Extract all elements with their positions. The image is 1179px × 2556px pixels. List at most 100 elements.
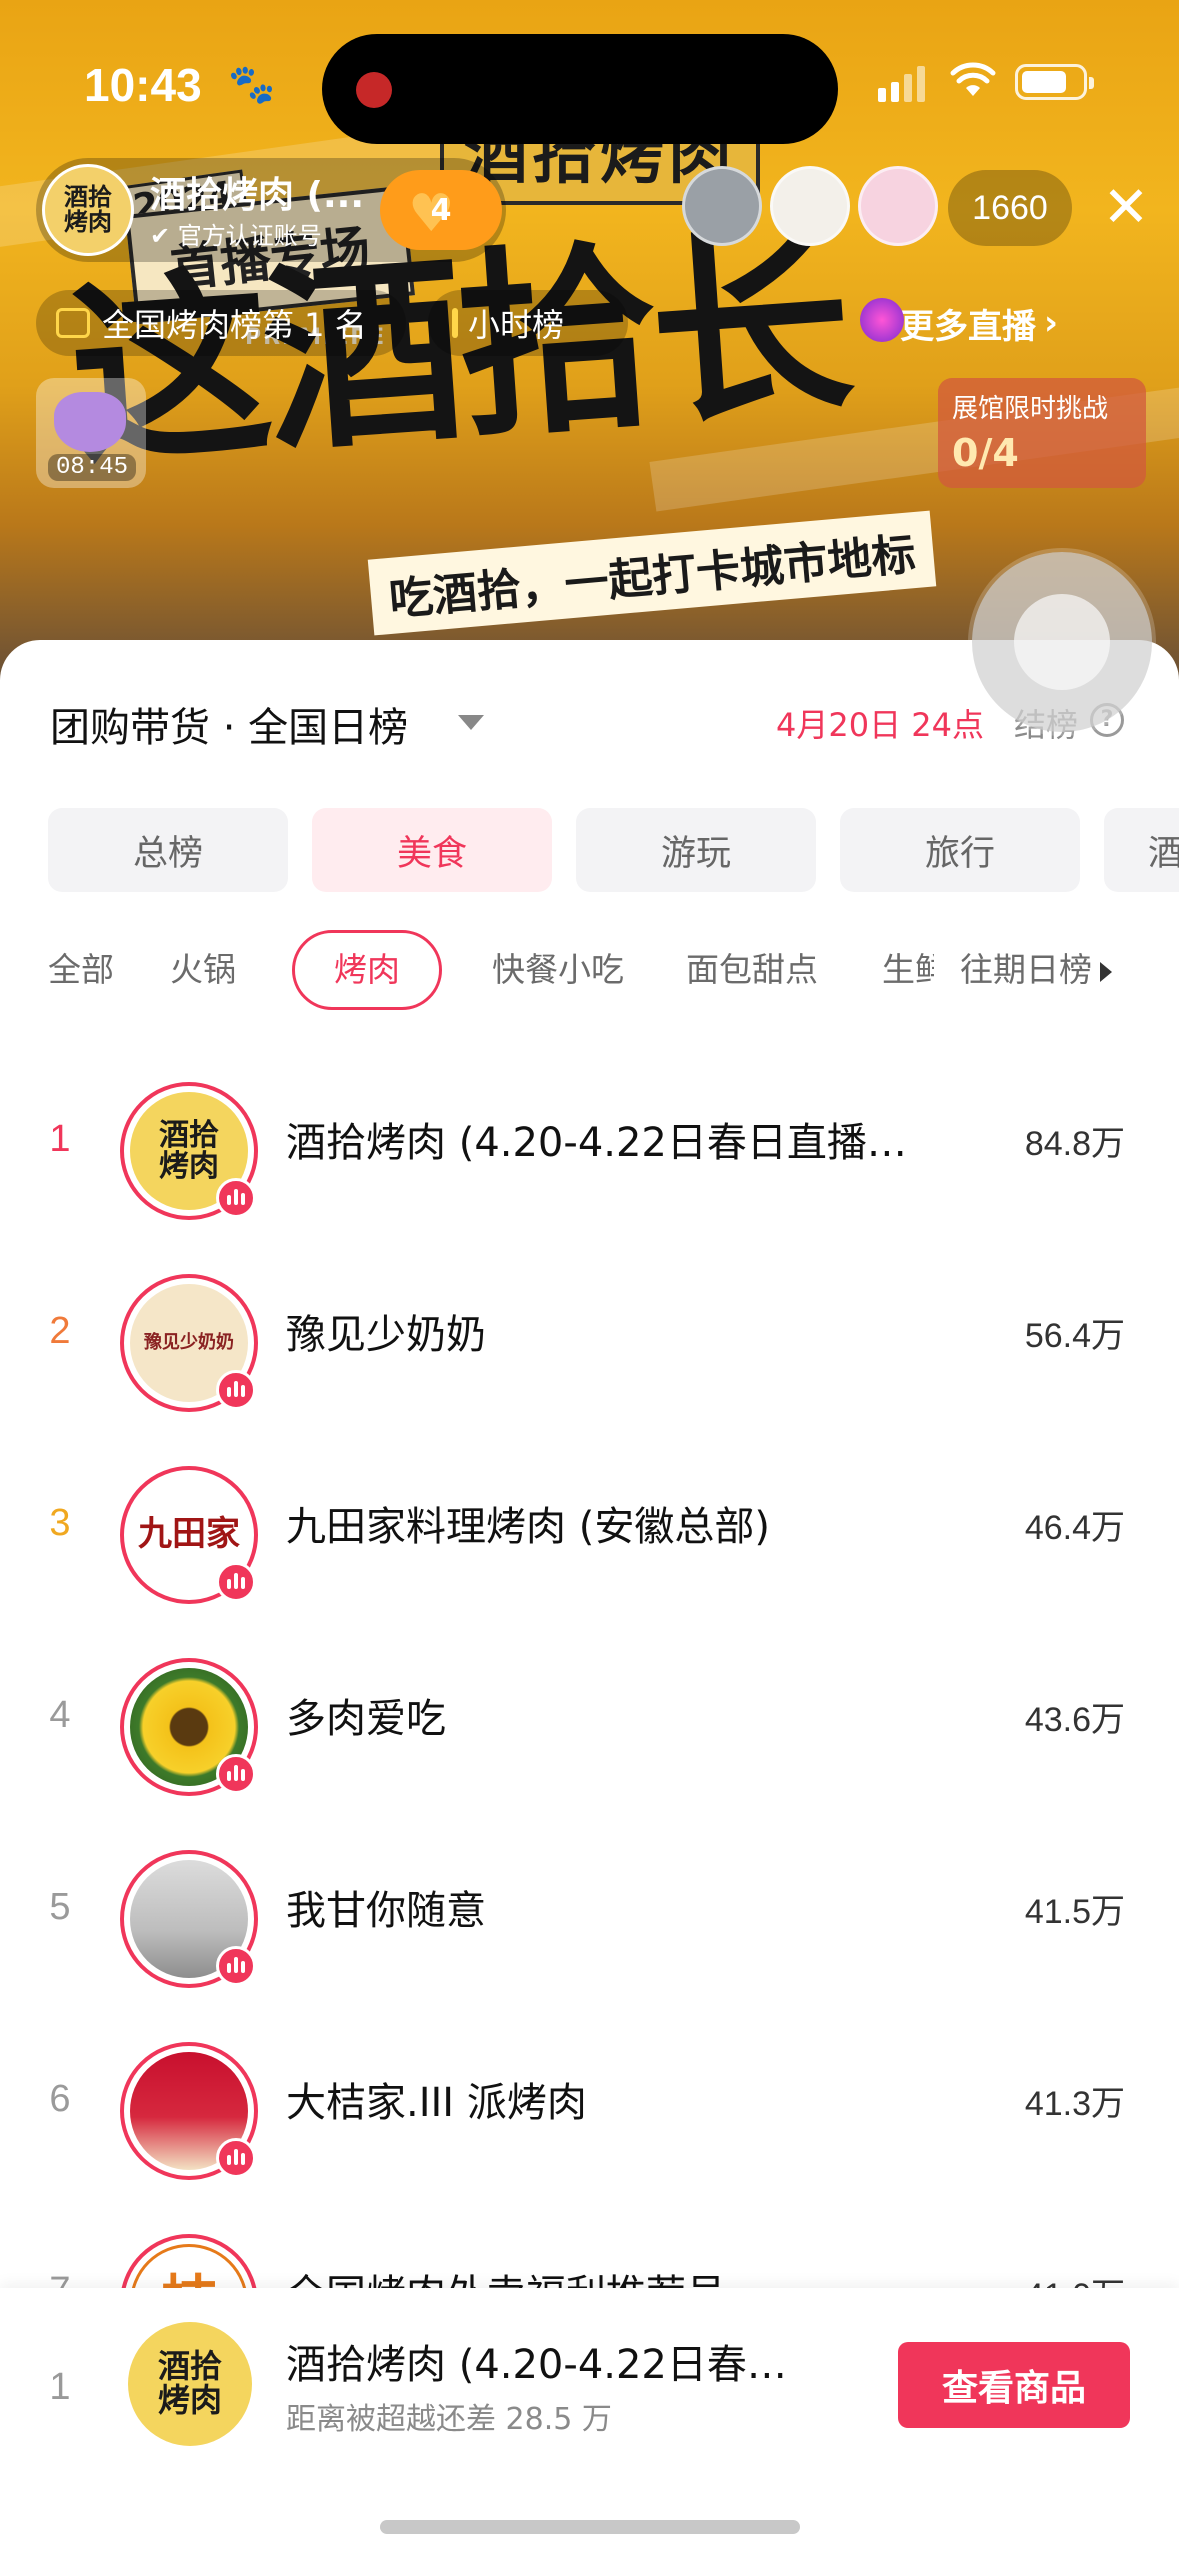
ranking-value: 41.3万	[1024, 2085, 1125, 2123]
host-name: 酒拾烤肉 (...	[150, 175, 365, 216]
category-tabs: 总榜 美食 游玩 旅行 酒店	[48, 808, 1179, 894]
recording-dot-icon	[356, 72, 392, 108]
live-icon	[216, 1754, 256, 1794]
my-rank-name: 酒拾烤肉 (4.20-4.22日春日直播专场)	[286, 2342, 826, 2388]
status-time: 10:43	[84, 59, 202, 111]
my-rank-number: 1	[49, 2366, 71, 2408]
ranking-value: 41.0万	[1025, 2268, 1125, 2288]
viewer-avatar[interactable]	[682, 166, 762, 246]
follow-button[interactable]: ♥ 4	[380, 170, 502, 250]
viewer-avatar[interactable]	[858, 166, 938, 246]
wifi-icon	[950, 62, 996, 96]
tab-hotel[interactable]: 酒店	[1104, 808, 1179, 892]
challenge-card[interactable]: 展馆限时挑战 0/4	[938, 378, 1146, 488]
rank-number: 2	[49, 1310, 71, 1352]
rank-number: 1	[49, 1118, 71, 1160]
ranking-name: 全国烤肉外卖福利推荐号	[286, 2262, 946, 2288]
chevron-right-icon: ›	[1044, 303, 1059, 343]
my-rank-avatar[interactable]: 酒拾 烤肉	[128, 2322, 252, 2446]
cart-icon	[56, 308, 90, 338]
challenge-progress: 0/4	[952, 431, 1019, 475]
subtab-hotpot[interactable]: 火锅	[170, 930, 236, 1010]
ranking-name: 多肉爱吃	[286, 1696, 446, 1742]
rank-number: 7	[40, 2270, 80, 2288]
my-rank-bar: 1 酒拾 烤肉 酒拾烤肉 (4.20-4.22日春日直播专场) 距离被超越还差 …	[0, 2288, 1179, 2556]
rank-number: 6	[49, 2078, 71, 2120]
subcategory-bar: 全部 火锅 烤肉 快餐小吃 面包甜点 生鲜 往期日榜	[0, 930, 1179, 1016]
my-rank-gap: 距离被超越还差 28.5 万	[286, 2402, 612, 2437]
ranking-row[interactable]: 6 大桔家.III 派烤肉 41.3万	[0, 2020, 1179, 2212]
status-bar: 10:43 🐾	[0, 0, 1179, 150]
host-avatar[interactable]: 酒拾 烤肉	[42, 164, 134, 256]
sheet-title[interactable]: 团购带货 · 全国日榜	[50, 695, 408, 753]
subtab-all[interactable]: 全部	[48, 930, 114, 1010]
ranking-name: 九田家料理烤肉 (安徽总部)	[286, 1504, 770, 1550]
tab-travel[interactable]: 旅行	[840, 808, 1080, 892]
caret-down-icon[interactable]	[458, 715, 484, 730]
ranking-row[interactable]: 2 豫见少奶奶 豫见少奶奶 56.4万	[0, 1252, 1179, 1444]
ranking-row[interactable]: 4 多肉爱吃 43.6万	[0, 1636, 1179, 1828]
view-products-button[interactable]: 查看商品	[898, 2342, 1130, 2428]
rank-pill[interactable]: 全国烤肉榜第 1 名	[36, 290, 406, 356]
more-live-icon	[860, 298, 904, 342]
rank-pill-label: 全国烤肉榜第 1 名	[102, 306, 367, 344]
viewer-avatar[interactable]	[770, 166, 850, 246]
hour-rank-label: 小时榜	[468, 306, 565, 344]
verified-label: 官方认证账号	[177, 222, 322, 250]
floating-button[interactable]	[972, 552, 1152, 732]
history-label: 往期日榜	[960, 950, 1092, 989]
gift-bag-icon	[54, 392, 126, 452]
ranking-value: 41.5万	[1024, 1893, 1125, 1931]
rank-number: 5	[49, 1886, 71, 1928]
signal-icon	[878, 64, 925, 102]
tab-food[interactable]: 美食	[312, 808, 552, 892]
live-icon	[216, 1562, 256, 1602]
play-arrow-icon	[1100, 961, 1112, 982]
ranking-row[interactable]: 3 九田家 九田家料理烤肉 (安徽总部) 46.4万	[0, 1444, 1179, 1636]
more-live-button[interactable]: 更多直播 ›	[860, 290, 1059, 356]
rank-number: 3	[49, 1502, 71, 1544]
subtab-snacks[interactable]: 快餐小吃	[492, 930, 624, 1010]
live-icon	[216, 2138, 256, 2178]
dynamic-island	[322, 34, 838, 144]
rank-number: 4	[49, 1694, 71, 1736]
ranking-list: 1 酒拾 烤肉 酒拾烤肉 (4.20-4.22日春日直播专场) 84.8万 2 …	[0, 1060, 1179, 1904]
hour-rank-icon	[452, 308, 458, 338]
follow-count: 4	[430, 192, 452, 228]
ranking-name: 酒拾烤肉 (4.20-4.22日春日直播专场)	[286, 1120, 946, 1166]
gift-bag-thumbnail[interactable]: 08:45	[36, 378, 146, 488]
ranking-value: 56.4万	[1024, 1317, 1125, 1355]
subtab-fresh[interactable]: 生鲜	[882, 930, 934, 1010]
ranking-name: 我甘你随意	[286, 1888, 486, 1934]
ranking-row[interactable]: 1 酒拾 烤肉 酒拾烤肉 (4.20-4.22日春日直播专场) 84.8万	[0, 1060, 1179, 1252]
ranking-name: 大桔家.III 派烤肉	[286, 2080, 587, 2126]
hour-rank-pill[interactable]: 小时榜	[428, 290, 628, 356]
paw-icon: 🐾	[228, 62, 276, 106]
home-indicator[interactable]	[380, 2520, 800, 2534]
verified-badge: ✔ 官方认证账号	[150, 216, 322, 251]
avatar[interactable]: 桔	[120, 2234, 258, 2288]
tab-total[interactable]: 总榜	[48, 808, 288, 892]
viewer-count[interactable]: 1660	[948, 170, 1072, 246]
battery-icon	[1015, 64, 1094, 100]
subtab-bakery[interactable]: 面包甜点	[686, 930, 818, 1010]
challenge-label: 展馆限时挑战	[952, 394, 1109, 424]
ranking-row[interactable]: 7 桔 全国烤肉外卖福利推荐号 41.0万	[0, 2212, 1179, 2288]
ranking-name: 豫见少奶奶	[286, 1312, 486, 1358]
ranking-row[interactable]: 5 我甘你随意 41.5万	[0, 1828, 1179, 2020]
live-icon	[216, 1370, 256, 1410]
gift-timer: 08:45	[48, 454, 137, 481]
history-ranking-button[interactable]: 往期日榜	[940, 930, 1179, 1010]
ranking-value: 43.6万	[1024, 1701, 1125, 1739]
live-icon	[216, 1946, 256, 1986]
close-icon[interactable]: ✕	[1096, 178, 1156, 238]
avatar-logo: 桔	[130, 2244, 248, 2288]
banner-slogan: 吃酒拾，一起打卡城市地标	[367, 510, 937, 636]
ranking-value: 46.4万	[1024, 1509, 1125, 1547]
live-icon	[216, 1178, 256, 1218]
close-time: 4月20日 24点	[776, 706, 984, 744]
more-live-label: 更多直播	[900, 306, 1036, 347]
ranking-value: 84.8万	[1024, 1125, 1125, 1163]
subtab-bbq[interactable]: 烤肉	[292, 930, 442, 1010]
tab-play[interactable]: 游玩	[576, 808, 816, 892]
